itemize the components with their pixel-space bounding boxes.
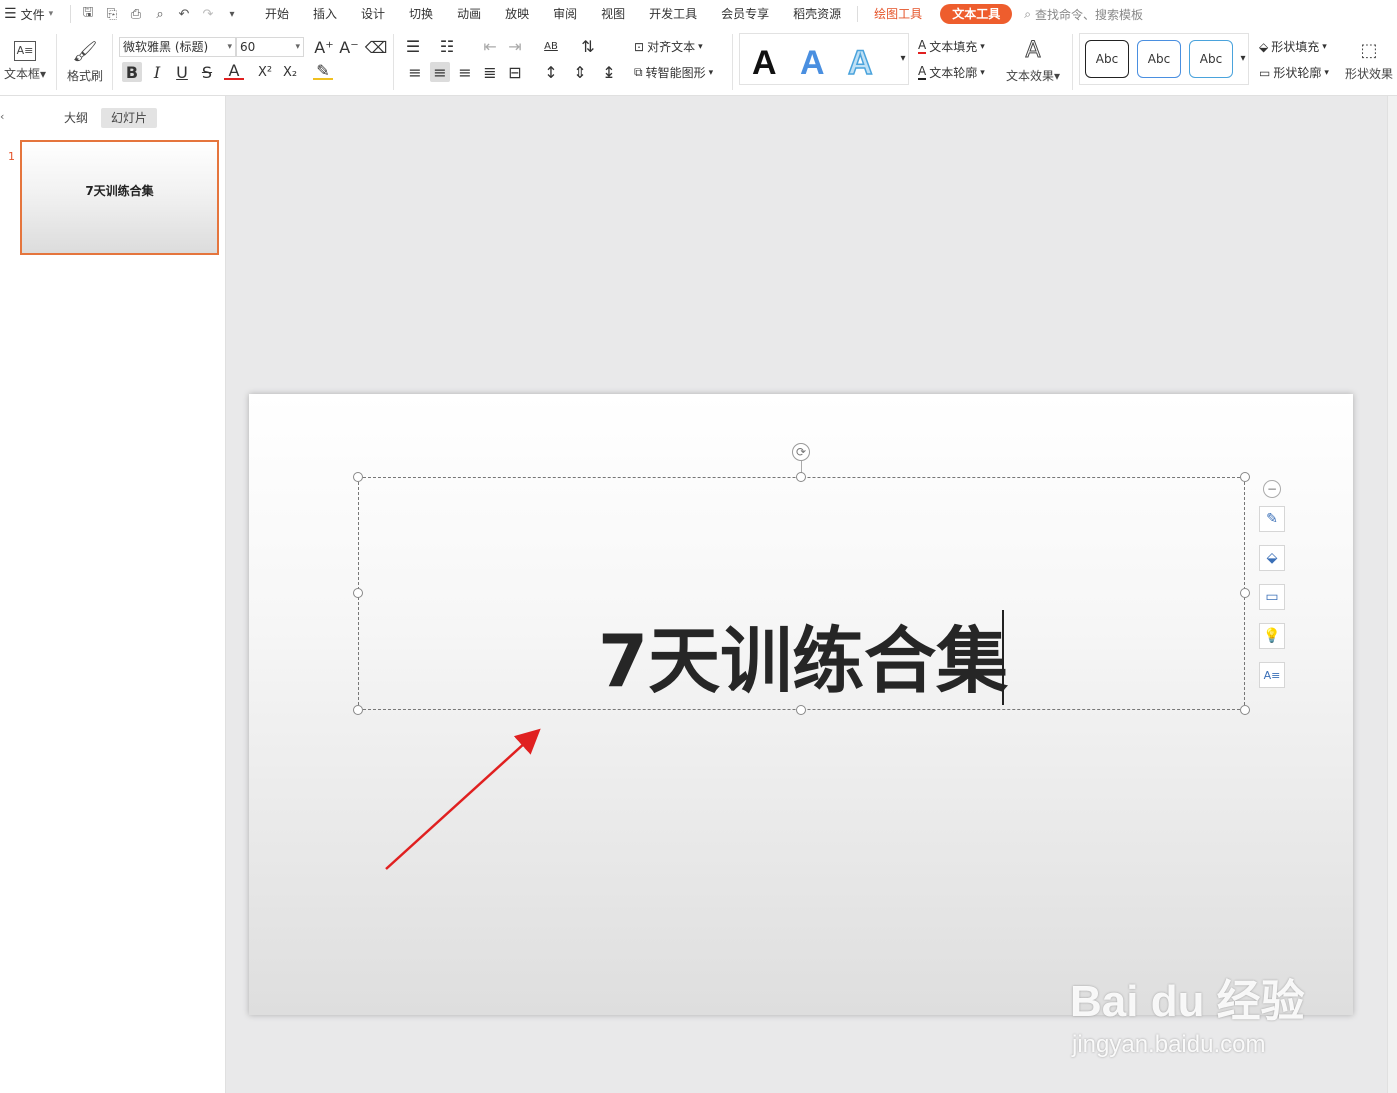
baidu-watermark: Bai du 经验 jingyan.baidu.com bbox=[1070, 945, 1330, 1065]
watermark-logo: Bai du 经验 bbox=[1070, 977, 1305, 1026]
annotation-arrow bbox=[385, 728, 541, 870]
watermark-url: jingyan.baidu.com bbox=[1072, 1031, 1266, 1058]
